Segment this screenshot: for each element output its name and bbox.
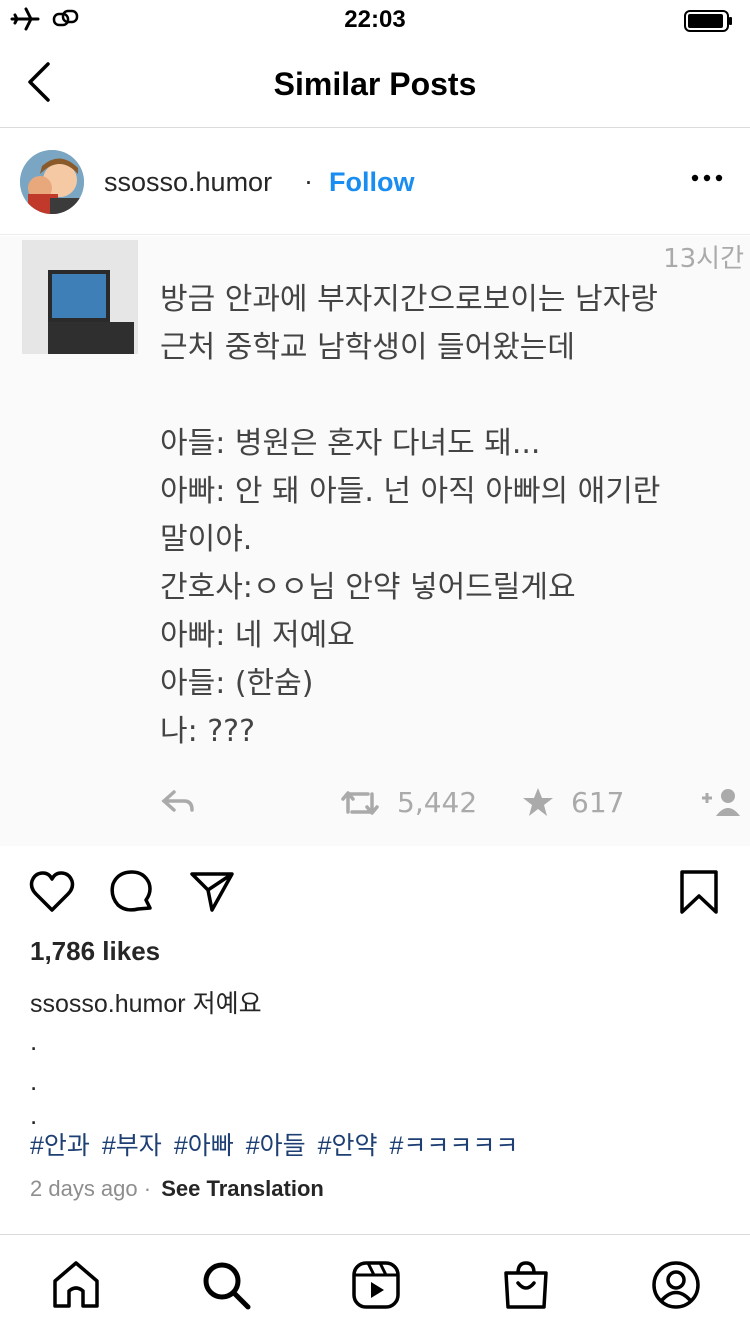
- hashtag-link[interactable]: #부자: [102, 1132, 162, 1160]
- header-separator: ·: [304, 166, 313, 196]
- battery-icon: [684, 10, 734, 37]
- hashtag-link[interactable]: #안과: [30, 1132, 90, 1160]
- caption-dot: .: [30, 1026, 38, 1056]
- tweet-actions: 5,442 617: [0, 784, 750, 824]
- reels-icon: [352, 1261, 400, 1309]
- caption-username[interactable]: ssosso.humor: [30, 990, 186, 1018]
- hashtag-link[interactable]: #아들: [246, 1132, 306, 1160]
- save-button[interactable]: [676, 868, 724, 916]
- retweet-count: 5,442: [397, 786, 478, 819]
- retweet-icon: [341, 791, 379, 815]
- post-username[interactable]: ssosso.humor: [104, 167, 272, 198]
- comment-button[interactable]: [108, 868, 156, 916]
- status-bar: 22:03: [0, 0, 750, 42]
- bookmark-icon: [680, 870, 718, 914]
- tv-image: [48, 270, 110, 322]
- bottom-tab-bar: [0, 1234, 750, 1334]
- tab-home[interactable]: [50, 1259, 102, 1311]
- follow-user-icon: [702, 789, 740, 816]
- like-button[interactable]: [28, 868, 76, 916]
- page-title: Similar Posts: [273, 66, 477, 102]
- caption: ssosso.humor 저예요: [30, 984, 262, 1020]
- star-icon: [523, 788, 553, 816]
- more-options-button[interactable]: [690, 168, 724, 188]
- tab-search[interactable]: [200, 1259, 252, 1311]
- tab-reels[interactable]: [350, 1259, 402, 1311]
- tab-profile[interactable]: [650, 1259, 702, 1311]
- profile-icon: [652, 1261, 700, 1309]
- reply-icon: [161, 790, 194, 812]
- comment-icon: [110, 870, 152, 912]
- post-meta: 2 days ago · See Translation: [30, 1176, 324, 1202]
- tweet-time: 13시간: [663, 244, 744, 274]
- likes-count[interactable]: 1,786 likes: [30, 936, 160, 967]
- see-translation-link[interactable]: See Translation: [161, 1176, 324, 1201]
- avatar[interactable]: [20, 150, 84, 214]
- follow-button[interactable]: Follow: [329, 167, 414, 198]
- tweet-profile-thumbnail: [22, 240, 138, 354]
- heart-icon: [29, 871, 75, 912]
- search-icon: [203, 1262, 251, 1310]
- post-header: ssosso.humor · Follow: [0, 130, 750, 235]
- caption-text: 저예요: [192, 990, 262, 1018]
- navigation-bar: Similar Posts: [0, 42, 750, 128]
- time-ago: 2 days ago: [30, 1176, 138, 1201]
- tweet-text: 방금 안과에 부자지간으로보이는 남자랑 근처 중학교 남학생이 들어왔는데 아…: [160, 282, 661, 749]
- post-actions: [0, 864, 750, 920]
- shopping-bag-icon: [504, 1261, 548, 1309]
- hashtag-link[interactable]: #안약: [318, 1132, 378, 1160]
- status-time: 22:03: [344, 6, 406, 33]
- tab-shop[interactable]: [500, 1259, 552, 1311]
- hashtag-link[interactable]: #ㅋㅋㅋㅋㅋ: [390, 1132, 519, 1160]
- caption-dot: .: [30, 1066, 38, 1096]
- hashtags: #안과 #부자 #아빠 #아들 #안약 #ㅋㅋㅋㅋㅋ: [30, 1126, 530, 1162]
- favorite-count: 617: [571, 786, 625, 819]
- send-icon: [190, 872, 234, 912]
- meta-separator: ·: [143, 1176, 152, 1201]
- home-icon: [53, 1261, 99, 1308]
- hashtag-link[interactable]: #아빠: [174, 1132, 234, 1160]
- more-horizontal-icon: [691, 174, 723, 182]
- share-button[interactable]: [188, 868, 236, 916]
- post-image[interactable]: 13시간 방금 안과에 부자지간으로보이는 남자랑 근처 중학교 남학생이 들어…: [0, 236, 750, 846]
